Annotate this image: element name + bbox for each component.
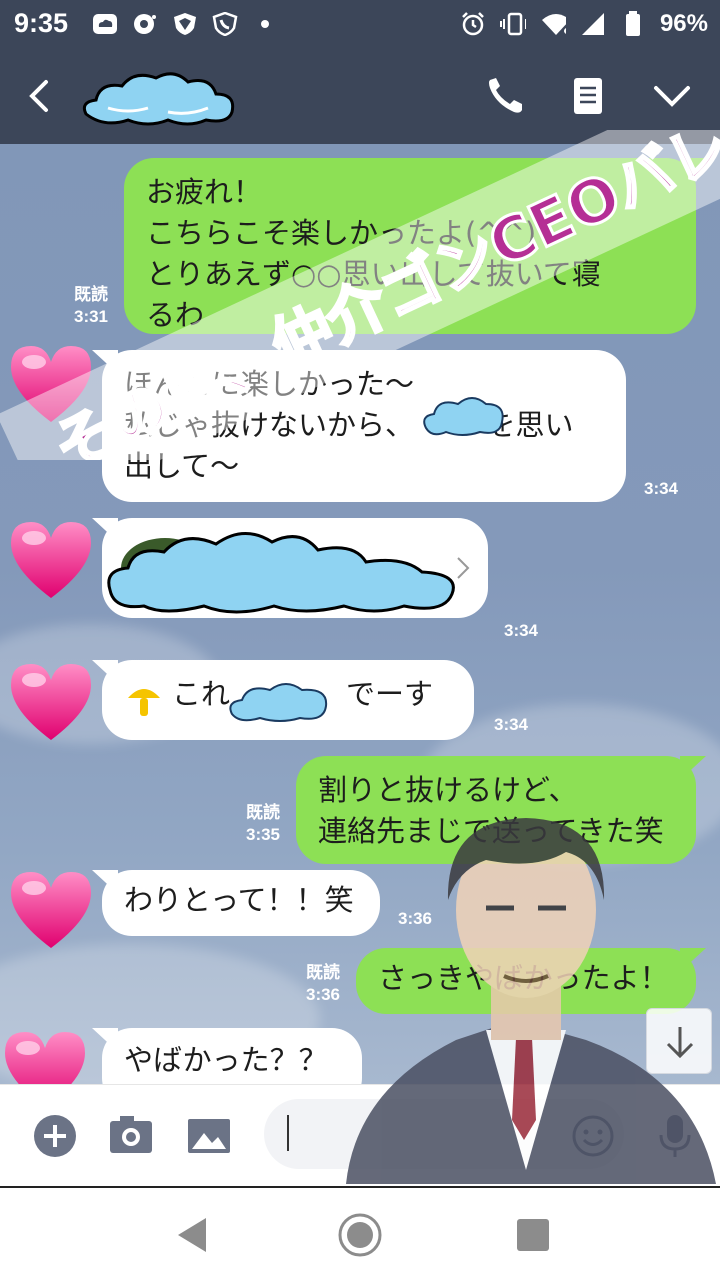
gallery-button[interactable] <box>186 1113 232 1157</box>
chat-header <box>0 48 720 144</box>
back-icon <box>29 80 48 112</box>
avatar-heart[interactable] <box>6 868 96 952</box>
message-meta: 既読 3:36 <box>298 962 348 1006</box>
android-nav-bar <box>0 1186 720 1280</box>
name-redaction-cloud <box>229 683 328 722</box>
message-time: 3:34 <box>503 621 539 640</box>
cloud-app-icon <box>92 12 118 36</box>
mushroom-emoji-icon <box>128 689 160 716</box>
message-line: ほんとに楽しかった〜 <box>124 367 415 401</box>
message-line: 割りと抜けるけど、 <box>318 773 578 807</box>
message-meta: 3:36 <box>390 908 440 930</box>
message-time: 3:34 <box>493 715 529 734</box>
status-icons-right: 96% <box>460 10 708 38</box>
back-button[interactable] <box>20 76 60 116</box>
menu-button[interactable] <box>650 74 694 118</box>
message-line: さっきやばかったよ！ <box>378 961 669 995</box>
call-button[interactable] <box>482 74 526 118</box>
message-line: 出して〜 <box>124 449 240 483</box>
scroll-to-bottom-button[interactable] <box>646 1008 712 1074</box>
nav-back-button[interactable] <box>170 1212 216 1258</box>
arrow-down-icon <box>666 1027 694 1059</box>
camera-button[interactable] <box>108 1113 154 1157</box>
message-meta: 既読 3:35 <box>238 802 288 846</box>
signal-icon <box>580 12 606 36</box>
avatar-heart[interactable] <box>0 1028 90 1084</box>
status-icons-left <box>92 12 278 36</box>
message-line: 連絡先まじで送ってきた笑 <box>318 814 664 848</box>
message-line: お疲れ！ <box>146 175 263 209</box>
message-meta: 3:34 <box>636 478 686 500</box>
shield-icon <box>172 12 198 36</box>
triangle-back-icon <box>178 1218 206 1252</box>
message-line: 私じゃ抜けないから、 を思い <box>124 408 574 442</box>
plus-circle-icon <box>34 1115 76 1157</box>
read-receipt: 既読 <box>306 963 340 982</box>
chat-area[interactable]: お疲れ！ こちらこそ楽しかったよ(^^) とりあえず○○思い出して抜いて寝 るわ… <box>0 144 720 1084</box>
avatar-heart[interactable] <box>6 518 96 602</box>
battery-icon <box>620 11 646 36</box>
message-time: 3:35 <box>245 825 281 844</box>
circle-home-icon <box>338 1213 382 1257</box>
message-line: やばかった？？ <box>124 1043 328 1077</box>
message-bubble-in[interactable]: ほんとに楽しかった〜 私じゃ抜けないから、 を思い 出して〜 <box>92 350 626 502</box>
emoji-button[interactable] <box>570 1113 616 1157</box>
add-button[interactable] <box>32 1113 78 1157</box>
status-bar: 9:35 96% <box>0 0 720 48</box>
dot-icon <box>252 12 278 36</box>
nav-recents-button[interactable] <box>510 1212 556 1258</box>
chevron-down-icon <box>654 86 690 107</box>
alarm-icon <box>460 12 486 36</box>
nav-home-button[interactable] <box>337 1212 383 1258</box>
message-bubble-out[interactable]: お疲れ！ こちらこそ楽しかったよ(^^) とりあえず○○思い出して抜いて寝 るわ <box>124 158 706 334</box>
notes-icon <box>574 78 602 114</box>
name-redaction-cloud <box>423 397 504 436</box>
avatar-heart[interactable] <box>6 660 96 744</box>
message-time: 3:31 <box>73 307 109 326</box>
wifi-icon <box>540 12 566 36</box>
battery-percent: 96% <box>659 10 708 37</box>
message-bubble-out[interactable]: さっきやばかったよ！ <box>356 948 706 1014</box>
message-bubble-out[interactable]: 割りと抜けるけど、 連絡先まじで送ってきた笑 <box>296 756 706 864</box>
voice-button[interactable] <box>652 1113 698 1157</box>
message-bubble-in[interactable]: やばかった？？ <box>92 1028 362 1084</box>
message-time: 3:34 <box>643 479 679 498</box>
message-input-bar <box>0 1084 720 1184</box>
read-receipt: 既読 <box>74 285 108 304</box>
phone-icon <box>489 78 522 113</box>
notes-button[interactable] <box>566 74 610 118</box>
square-recents-icon <box>517 1219 549 1251</box>
message-line: こちらこそ楽しかったよ(^^) <box>146 216 537 250</box>
message-meta: 3:34 <box>486 714 536 736</box>
read-receipt: 既読 <box>246 803 280 822</box>
contact-name-redaction <box>82 72 235 126</box>
message-time: 3:36 <box>397 909 433 928</box>
vibrate-icon <box>499 12 526 36</box>
image-icon <box>188 1119 230 1153</box>
message-time: 3:36 <box>305 985 341 1004</box>
status-time: 9:35 <box>14 8 69 38</box>
message-line: るわ <box>146 298 205 332</box>
phone-shield-icon <box>212 12 238 36</box>
message-line: とりあえず○○思い出して抜いて寝 <box>146 257 601 291</box>
message-meta: 既読 3:31 <box>66 284 116 328</box>
message-bubble-in[interactable]: わりとって！！笑 <box>92 870 380 936</box>
microphone-icon <box>659 1115 691 1157</box>
link-redaction-cloud <box>107 532 455 614</box>
camera-icon <box>110 1116 152 1153</box>
message-line: わりとって！！笑 <box>124 883 354 917</box>
message-meta: 3:34 <box>496 620 546 642</box>
smiley-icon <box>572 1115 614 1157</box>
avatar-heart[interactable] <box>6 342 96 426</box>
podcast-icon <box>132 12 158 36</box>
